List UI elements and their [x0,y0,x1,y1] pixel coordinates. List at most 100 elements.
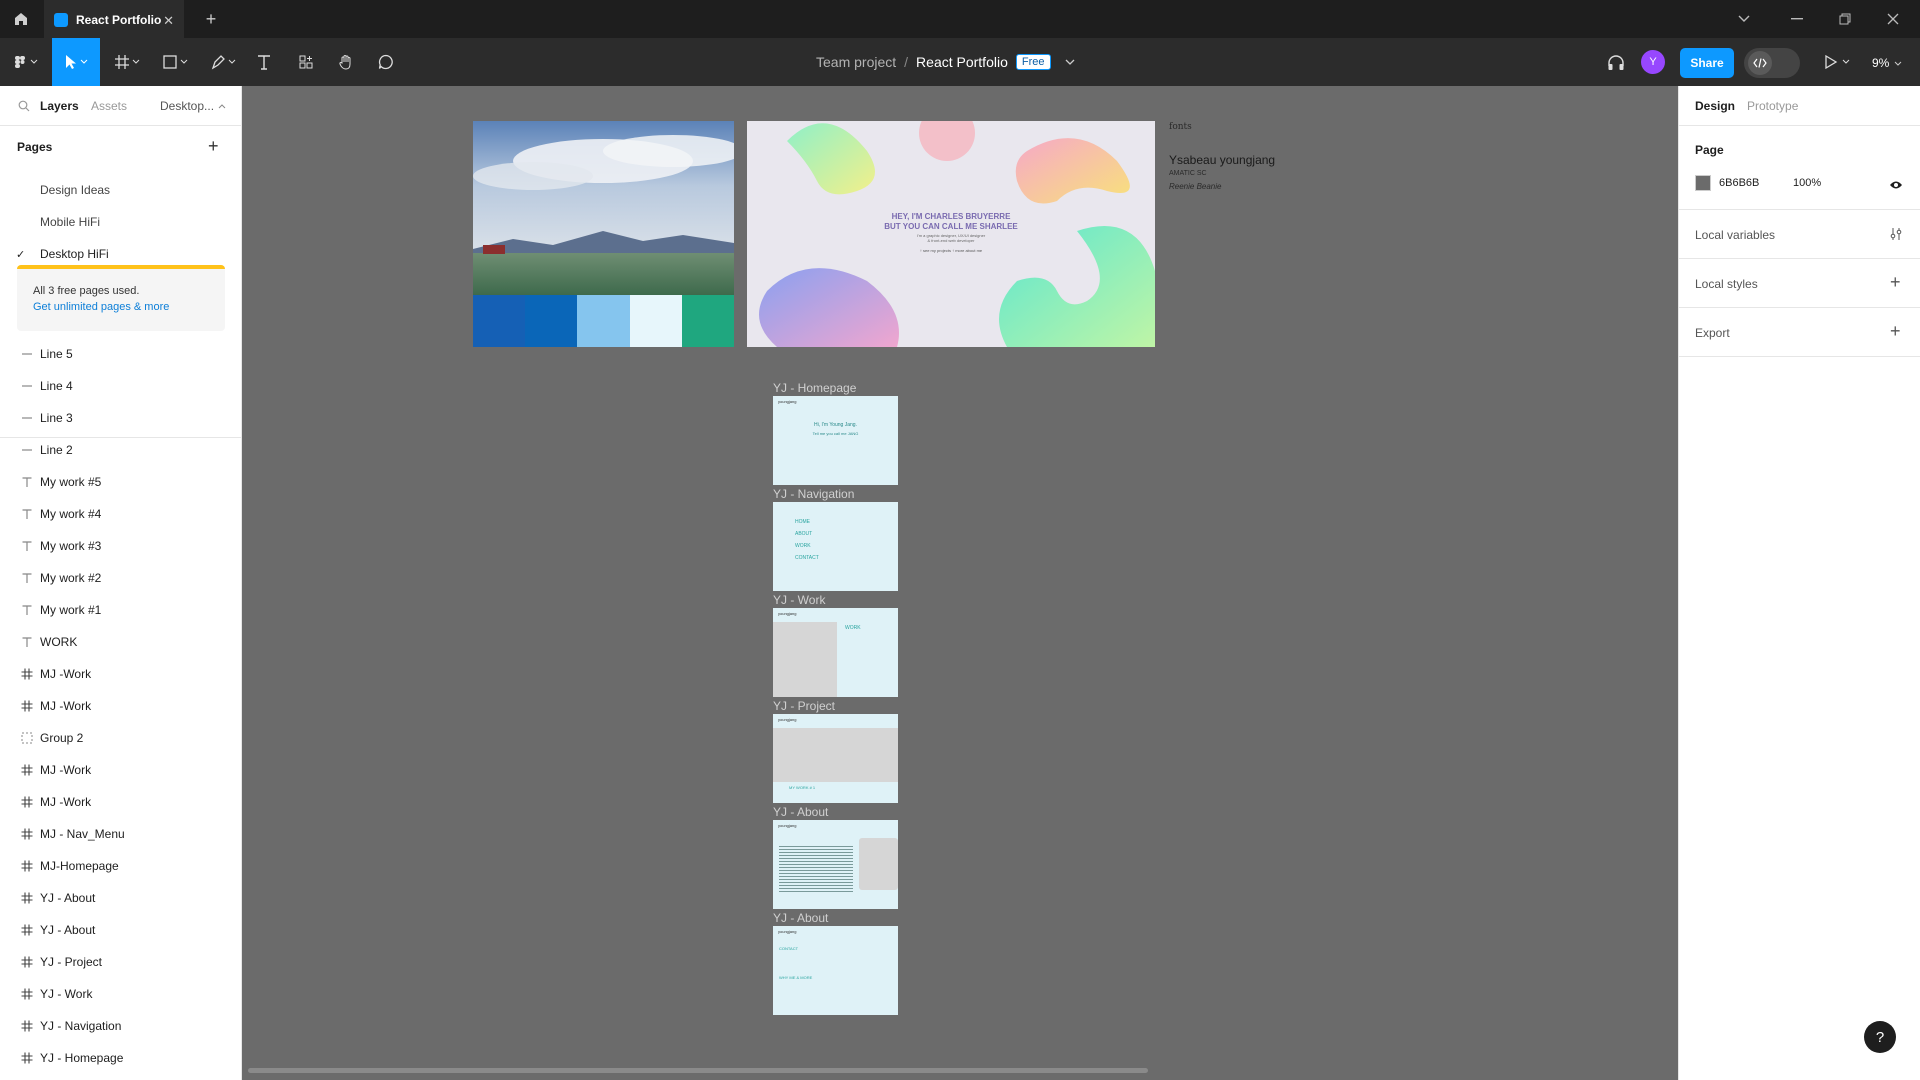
main-menu-icon[interactable] [8,50,44,74]
close-window-icon[interactable] [1876,8,1910,30]
local-variables-section[interactable]: Local variables [1679,210,1920,259]
restore-icon[interactable] [1828,8,1862,30]
font-sample-ysabeau[interactable]: Ysabeau youngjang [1169,153,1275,167]
eye-icon[interactable] [1889,178,1903,193]
minimize-icon[interactable] [1780,8,1814,30]
export-section[interactable]: Export + [1679,308,1920,357]
frame-label-homepage[interactable]: YJ - Homepage [773,381,856,395]
layer-item[interactable]: Line 2 [0,434,242,466]
layer-item[interactable]: MJ - Nav_Menu [0,818,242,850]
page-opacity[interactable]: 100% [1793,177,1821,189]
font-sample-amatic[interactable]: AMATIC SC [1169,170,1207,177]
frame-yj-project[interactable]: youngjang MY WORK # 1 [773,714,898,803]
tab-design[interactable]: Design [1695,99,1735,113]
palette-swatch[interactable] [681,295,735,347]
font-sample-reenie[interactable]: Reenie Beanie [1169,182,1221,191]
add-style-icon[interactable]: + [1890,272,1901,293]
add-export-icon[interactable]: + [1890,321,1901,342]
page-item[interactable]: Design Ideas [0,174,242,206]
page-color-swatch[interactable] [1695,175,1711,191]
resources-icon[interactable] [294,50,318,74]
frame-yj-homepage[interactable]: youngjang Hi, I'm Young Jang. Tell me yo… [773,396,898,485]
palette-swatch[interactable] [629,295,682,347]
rectangle-tool-icon[interactable] [158,50,194,74]
home-icon[interactable] [8,6,34,32]
zoom-control[interactable]: 9% [1872,52,1902,74]
canvas[interactable]: HEY, I'M CHARLES BRUYERRE BUT YOU CAN CA… [242,86,1678,1080]
frame-yj-navigation[interactable]: HOME ABOUT WORK CONTACT [773,502,898,591]
layer-item[interactable]: WORK [0,626,242,658]
headphones-icon[interactable] [1604,52,1628,74]
layer-item[interactable]: My work #4 [0,498,242,530]
frame-yj-about-1[interactable]: youngjang [773,820,898,909]
layer-item[interactable]: MJ -Work [0,754,242,786]
move-tool-icon[interactable] [52,38,100,86]
frame-yj-work[interactable]: youngjang WORK [773,608,898,697]
layer-item[interactable]: YJ - Navigation [0,1010,242,1042]
page-color-hex[interactable]: 6B6B6B [1719,177,1759,189]
frame-tool-icon[interactable] [110,50,146,74]
frame-yj-about-2[interactable]: youngjang CONTACT WHY ME & MORE [773,926,898,1015]
upgrade-link[interactable]: Get unlimited pages & more [33,301,169,313]
comment-tool-icon[interactable] [374,50,398,74]
layer-item[interactable]: Group 2 [0,722,242,754]
layer-item-label: Line 4 [40,379,73,393]
present-icon[interactable] [1818,50,1858,74]
pen-tool-icon[interactable] [206,50,242,74]
layer-item[interactable]: MJ -Work [0,786,242,818]
layer-item[interactable]: MJ -Work [0,690,242,722]
layer-item[interactable]: YJ - Work [0,978,242,1010]
hero-mockup[interactable]: HEY, I'M CHARLES BRUYERRE BUT YOU CAN CA… [747,121,1155,347]
search-layers-icon[interactable] [18,100,30,115]
layer-item[interactable]: My work #1 [0,594,242,626]
horizontal-scrollbar[interactable] [248,1068,1148,1073]
local-styles-section[interactable]: Local styles + [1679,259,1920,308]
team-project-link[interactable]: Team project [816,54,896,70]
layer-item[interactable]: YJ - Homepage [0,1042,242,1074]
page-selector[interactable]: Desktop... [160,99,226,113]
layer-item[interactable]: MJ-Homepage [0,850,242,882]
share-button[interactable]: Share [1680,48,1734,78]
tab-prototype[interactable]: Prototype [1747,99,1798,113]
palette-swatch[interactable] [473,295,526,347]
layer-item[interactable]: Line 5 [0,338,242,370]
frame-label-work[interactable]: YJ - Work [773,593,825,607]
fonts-label[interactable]: fonts [1169,122,1192,132]
frame-label-about-2[interactable]: YJ - About [773,911,828,925]
checkmark-icon: ✓ [16,248,26,261]
file-menu-chevron-icon[interactable] [1065,59,1075,65]
tab-layers[interactable]: Layers [40,99,79,113]
layer-item[interactable]: YJ - About [0,914,242,946]
text-tool-icon[interactable] [252,50,276,74]
layer-item[interactable]: My work #5 [0,466,242,498]
palette-swatch[interactable] [525,295,578,347]
landscape-image[interactable] [473,121,734,295]
layer-item[interactable]: YJ - Project [0,946,242,978]
dev-mode-toggle[interactable] [1744,48,1800,78]
page-item[interactable]: Mobile HiFi [0,206,242,238]
plan-badge[interactable]: Free [1015,54,1051,70]
tab-title: React Portfolio [76,13,162,27]
tab-assets[interactable]: Assets [91,99,127,113]
file-name[interactable]: React Portfolio [916,54,1008,70]
add-page-icon[interactable]: + [208,137,219,155]
layer-item[interactable]: MJ -Work [0,658,242,690]
frame-label-navigation[interactable]: YJ - Navigation [773,487,854,501]
layer-item[interactable]: Line 4 [0,370,242,402]
layer-item[interactable]: YJ - About [0,882,242,914]
about-text-block [779,844,853,894]
layer-item[interactable]: My work #2 [0,562,242,594]
layer-item[interactable]: Line 3 [0,402,242,434]
avatar[interactable]: Y [1641,50,1665,74]
help-button[interactable]: ? [1864,1021,1896,1053]
palette-swatch[interactable] [577,295,630,347]
close-tab-icon[interactable]: ✕ [163,13,174,29]
layer-item[interactable]: My work #3 [0,530,242,562]
tab-react-portfolio[interactable]: React Portfolio ✕ [44,0,184,38]
frame-label-project[interactable]: YJ - Project [773,699,835,713]
new-tab-icon[interactable]: + [200,8,222,30]
variables-icon[interactable] [1889,227,1903,244]
chevron-down-icon[interactable] [1732,8,1756,30]
frame-label-about-1[interactable]: YJ - About [773,805,828,819]
hand-tool-icon[interactable] [334,50,358,74]
